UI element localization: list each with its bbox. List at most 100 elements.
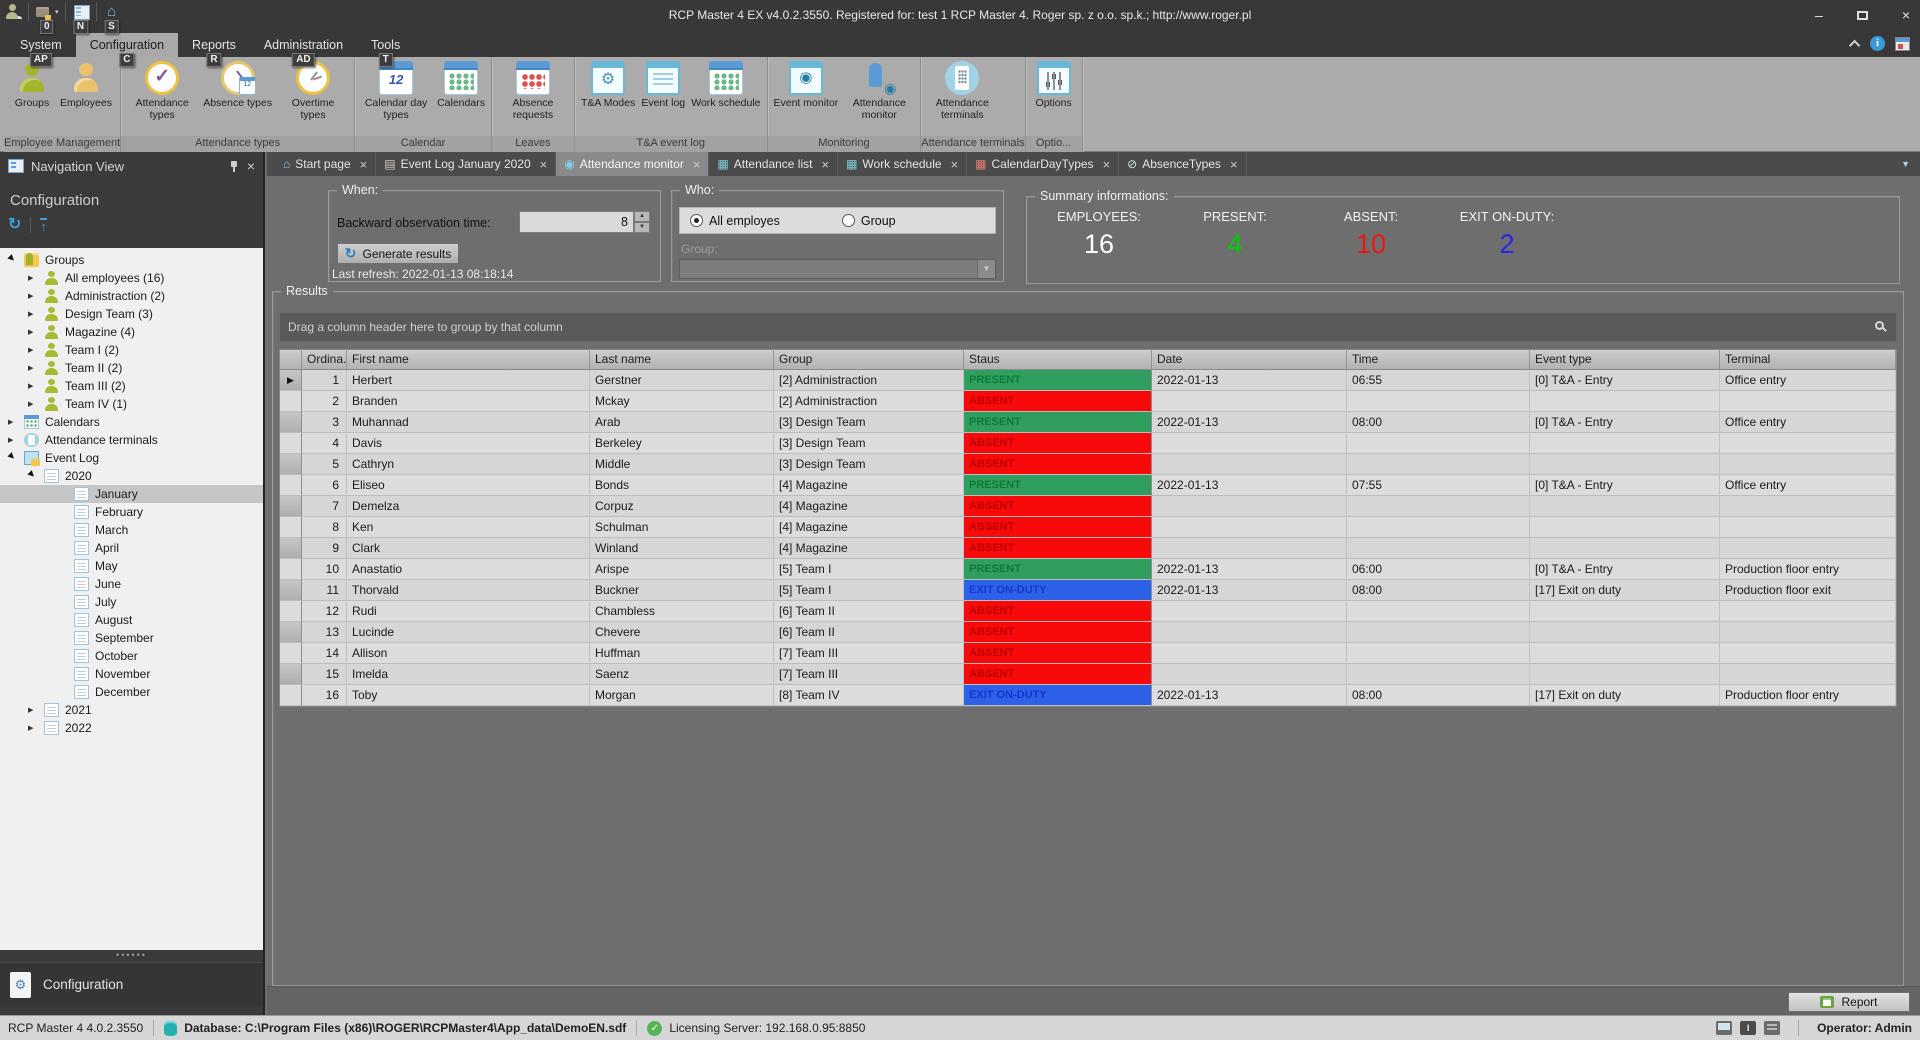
table-row[interactable]: ▶1HerbertGerstner[2] AdministractionPRES… <box>280 370 1896 391</box>
reader-icon[interactable] <box>1764 1021 1780 1035</box>
tab-start-page[interactable]: ⌂Start page× <box>275 152 376 176</box>
generate-results-button[interactable]: ↻ Generate results <box>337 243 459 264</box>
column-header-time[interactable]: Time <box>1347 350 1530 370</box>
spinner-up-icon[interactable]: ▲ <box>634 211 650 222</box>
tree-item-team-iv-1[interactable]: ▶Team IV (1) <box>0 395 263 413</box>
tree-item-team-ii-2[interactable]: ▶Team II (2) <box>0 359 263 377</box>
tree-item-calendars[interactable]: ▶Calendars <box>0 413 263 431</box>
tab-close-icon[interactable]: × <box>1230 157 1238 172</box>
tab-close-icon[interactable]: × <box>360 157 368 172</box>
menu-tab-system[interactable]: SystemAP <box>6 33 76 57</box>
menu-tab-configuration[interactable]: ConfigurationC <box>76 33 178 57</box>
info-icon[interactable]: i <box>1870 36 1885 51</box>
navigation-footer-item[interactable]: ⚙ Configuration <box>0 962 263 1006</box>
radio-group[interactable]: Group <box>842 214 896 228</box>
column-header-date[interactable]: Date <box>1152 350 1347 370</box>
spinner-down-icon[interactable]: ▼ <box>634 222 650 233</box>
collapse-arrow-icon[interactable]: ▶ <box>7 252 25 270</box>
tab-close-icon[interactable]: × <box>951 157 959 172</box>
collapse-arrow-icon[interactable]: ▶ <box>7 450 25 468</box>
menu-tab-reports[interactable]: ReportsR <box>178 33 250 57</box>
tree-item-august[interactable]: ▶August <box>0 611 263 629</box>
ribbon-button-attendance-monitor[interactable]: Attendance monitor <box>842 60 916 122</box>
expand-arrow-icon[interactable]: ▶ <box>28 364 44 372</box>
column-header-ordina[interactable]: Ordina... <box>302 350 347 370</box>
table-row[interactable]: 7DemelzaCorpuz[4] MagazineABSENT <box>280 496 1896 517</box>
table-row[interactable]: 8KenSchulman[4] MagazineABSENT <box>280 517 1896 538</box>
group-by-drop-area[interactable]: Drag a column header here to group by th… <box>279 312 1897 342</box>
expand-arrow-icon[interactable]: ▶ <box>28 328 44 336</box>
column-header-event-type[interactable]: Event type <box>1530 350 1720 370</box>
tab-close-icon[interactable]: × <box>540 157 548 172</box>
tree-item-2020[interactable]: ▶2020 <box>0 467 263 485</box>
tree-item-december[interactable]: ▶December <box>0 683 263 701</box>
tab-attendance-monitor[interactable]: ◉Attendance monitor× <box>556 152 709 176</box>
menu-tab-tools[interactable]: ToolsT <box>357 33 414 57</box>
tree-item-administraction-2[interactable]: ▶Administraction (2) <box>0 287 263 305</box>
menu-tab-administration[interactable]: AdministrationAD <box>250 33 357 57</box>
expand-arrow-icon[interactable]: ▶ <box>28 724 44 732</box>
tree-item-june[interactable]: ▶June <box>0 575 263 593</box>
column-header-group[interactable]: Group <box>774 350 964 370</box>
table-row[interactable]: 12RudiChambless[6] Team IIABSENT <box>280 601 1896 622</box>
observation-time-input[interactable]: 8 <box>519 211 634 233</box>
help-grid-icon[interactable] <box>1895 37 1910 51</box>
input-language-icon[interactable]: I <box>1740 1021 1756 1035</box>
ribbon-button-calendars[interactable]: Calendars <box>435 60 487 110</box>
radio-all-employees[interactable]: All employes <box>690 214 780 228</box>
pin-icon[interactable] <box>227 159 241 173</box>
table-row[interactable]: 6EliseoBonds[4] MagazinePRESENT2022-01-1… <box>280 475 1896 496</box>
tab-work-schedule[interactable]: ▦Work schedule× <box>838 152 967 176</box>
search-icon[interactable] <box>1875 321 1884 330</box>
expand-arrow-icon[interactable]: ▶ <box>28 706 44 714</box>
table-row[interactable]: 5CathrynMiddle[3] Design TeamABSENT <box>280 454 1896 475</box>
tree-item-october[interactable]: ▶October <box>0 647 263 665</box>
tree-item-team-iii-2[interactable]: ▶Team III (2) <box>0 377 263 395</box>
ribbon-button-work-schedule[interactable]: Work schedule <box>689 60 762 110</box>
tree-item-may[interactable]: ▶May <box>0 557 263 575</box>
expand-arrow-icon[interactable]: ▶ <box>8 418 24 426</box>
tree-item-july[interactable]: ▶July <box>0 593 263 611</box>
tree-item-all-employees-16[interactable]: ▶All employees (16) <box>0 269 263 287</box>
ribbon-button-options[interactable]: Options <box>1030 60 1078 110</box>
tree-item-april[interactable]: ▶April <box>0 539 263 557</box>
refresh-icon[interactable]: ↻ <box>8 216 21 234</box>
tree-item-september[interactable]: ▶September <box>0 629 263 647</box>
ribbon-button-event-monitor[interactable]: Event monitor <box>772 60 841 110</box>
tree-item-design-team-3[interactable]: ▶Design Team (3) <box>0 305 263 323</box>
tab-close-icon[interactable]: × <box>693 157 701 172</box>
group-select-combo[interactable]: ▼ <box>679 259 996 279</box>
column-header-terminal[interactable]: Terminal <box>1720 350 1896 370</box>
ribbon-button-event-log[interactable]: Event log <box>639 60 687 110</box>
ribbon-button-absence-requests[interactable]: Absence requests <box>496 60 570 122</box>
ribbon-button-employees[interactable]: Employees <box>58 60 114 110</box>
tree-item-2022[interactable]: ▶2022 <box>0 719 263 737</box>
ribbon-button-overtime-types[interactable]: Overtime types <box>276 60 350 122</box>
tree-item-attendance-terminals[interactable]: ▶Attendance terminals <box>0 431 263 449</box>
table-row[interactable]: 16TobyMorgan[8] Team IVEXIT ON-DUTY2022-… <box>280 685 1896 706</box>
tree-item-november[interactable]: ▶November <box>0 665 263 683</box>
tab-close-icon[interactable]: × <box>821 157 829 172</box>
table-row[interactable]: 14AllisonHuffman[7] Team IIIABSENT <box>280 643 1896 664</box>
ribbon-button-attendance-types[interactable]: Attendance types <box>125 60 199 122</box>
report-button[interactable]: Report <box>1788 992 1910 1012</box>
tree-item-january[interactable]: ▶January <box>0 485 263 503</box>
tree-item-2021[interactable]: ▶2021 <box>0 701 263 719</box>
tab-list-dropdown-icon[interactable]: ▼ <box>1901 159 1910 169</box>
table-row[interactable]: 4DavisBerkeley[3] Design TeamABSENT <box>280 433 1896 454</box>
column-header-first-name[interactable]: First name <box>347 350 590 370</box>
minimize-button[interactable]: – <box>1815 8 1823 22</box>
expand-arrow-icon[interactable]: ▶ <box>28 310 44 318</box>
combo-dropdown-icon[interactable]: ▼ <box>977 260 995 278</box>
expand-arrow-icon[interactable]: ▶ <box>28 346 44 354</box>
table-row[interactable]: 10AnastatioArispe[5] Team IPRESENT2022-0… <box>280 559 1896 580</box>
expand-arrow-icon[interactable]: ▶ <box>28 274 44 282</box>
tree-item-groups[interactable]: ▶Groups <box>0 251 263 269</box>
table-row[interactable]: 15ImeldaSaenz[7] Team IIIABSENT <box>280 664 1896 685</box>
column-header-staus[interactable]: Staus <box>964 350 1152 370</box>
ribbon-button-attendance-terminals[interactable]: Attendance terminals <box>925 60 999 122</box>
tree-item-magazine-4[interactable]: ▶Magazine (4) <box>0 323 263 341</box>
expand-arrow-icon[interactable]: ▶ <box>28 400 44 408</box>
tree-item-february[interactable]: ▶February <box>0 503 263 521</box>
collapse-ribbon-icon[interactable] <box>1849 39 1860 50</box>
